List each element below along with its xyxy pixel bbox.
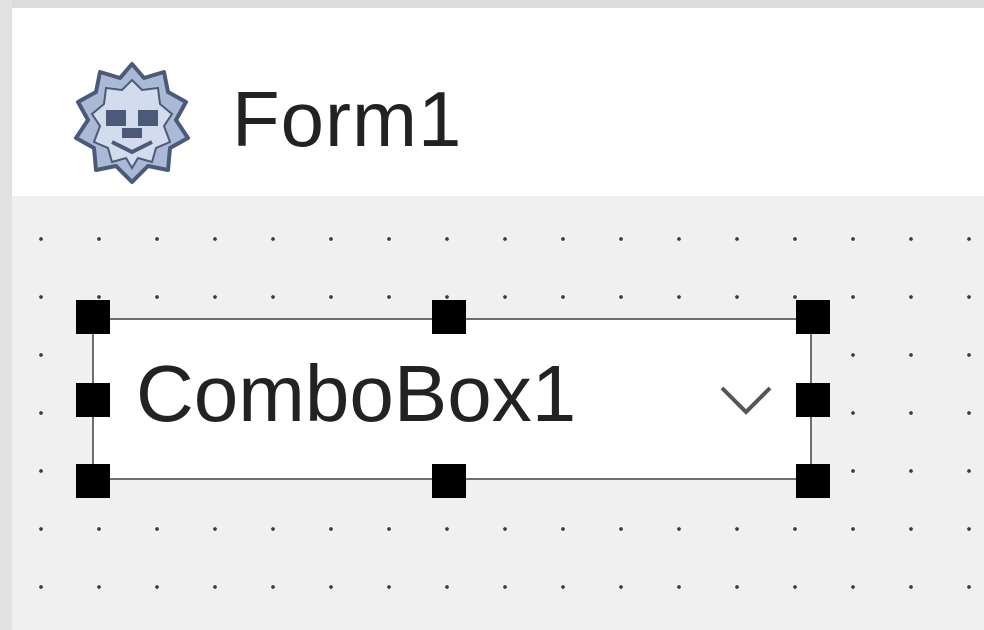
- selection-handle-bottom-center[interactable]: [432, 464, 466, 498]
- delphi-form-icon: [72, 58, 192, 188]
- form-title: Form1: [232, 75, 463, 163]
- window-left-edge: [0, 0, 12, 630]
- selection-handle-bottom-left[interactable]: [76, 464, 110, 498]
- selection-handle-top-center[interactable]: [432, 300, 466, 334]
- selection-handle-bottom-right[interactable]: [796, 464, 830, 498]
- selection-handle-middle-left[interactable]: [76, 383, 110, 417]
- form-titlebar[interactable]: Form1: [12, 8, 984, 196]
- chevron-down-icon[interactable]: [716, 380, 776, 420]
- selection-handle-top-left[interactable]: [76, 300, 110, 334]
- selection-handle-middle-right[interactable]: [796, 383, 830, 417]
- selection-handle-top-right[interactable]: [796, 300, 830, 334]
- window-top-edge: [0, 0, 984, 8]
- combobox-text: ComboBox1: [136, 349, 577, 438]
- form-designer-window: Form1 ComboBox1: [0, 0, 984, 630]
- combobox-control[interactable]: ComboBox1: [92, 318, 812, 480]
